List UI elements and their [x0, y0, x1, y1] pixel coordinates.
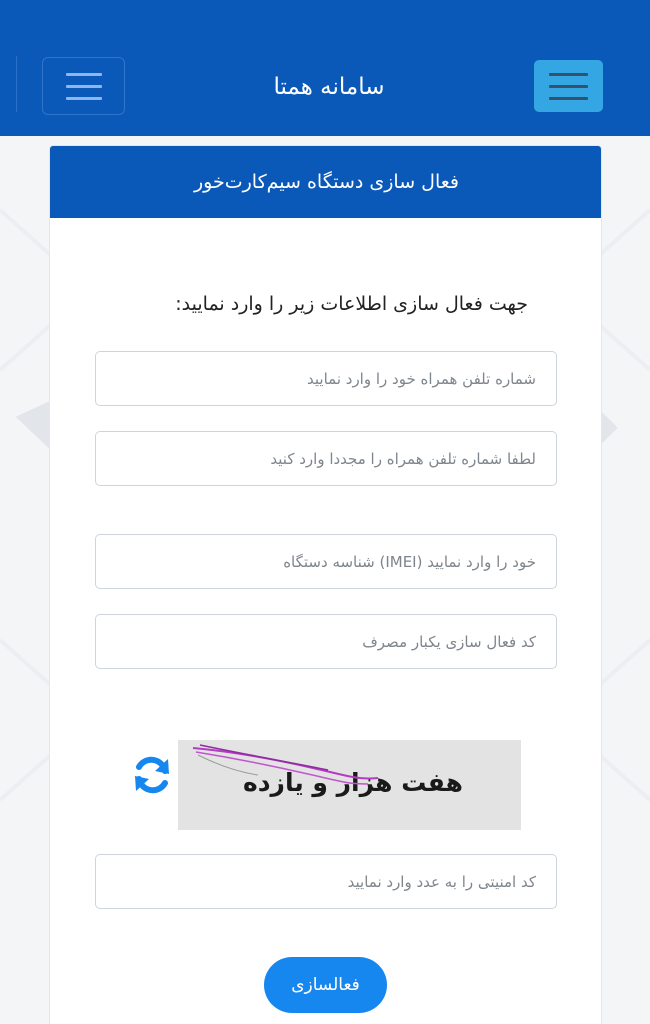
card-title: فعال سازی دستگاه سیم‌کارت‌خور: [50, 146, 601, 218]
otp-input[interactable]: [95, 614, 557, 669]
captcha-input[interactable]: [95, 854, 557, 909]
nav-divider: [16, 56, 17, 112]
captcha-image: هفت هزار و یازده: [178, 740, 521, 830]
hamburger-icon: [65, 72, 102, 76]
menu-toggle-right[interactable]: [534, 60, 603, 112]
hamburger-icon: [549, 72, 588, 76]
phone-confirm-input[interactable]: [95, 431, 557, 486]
instruction-text: جهت فعال سازی اطلاعات زیر را وارد نمایید…: [175, 293, 528, 315]
refresh-icon[interactable]: [130, 753, 174, 797]
hamburger-icon: [65, 96, 102, 100]
hamburger-icon: [65, 84, 102, 88]
hamburger-icon: [549, 96, 588, 100]
navbar: سامانه همتا: [0, 38, 650, 136]
status-bar: [0, 0, 650, 38]
imei-input[interactable]: [95, 534, 557, 589]
phone-input[interactable]: [95, 351, 557, 406]
activation-card: فعال سازی دستگاه سیم‌کارت‌خور جهت فعال س…: [49, 145, 602, 1024]
brand-title[interactable]: سامانه همتا: [200, 74, 458, 100]
hamburger-icon: [549, 84, 588, 88]
activate-button[interactable]: فعالسازی: [264, 957, 387, 1013]
captcha-noise: [192, 744, 379, 785]
menu-toggle-left[interactable]: [42, 57, 125, 115]
